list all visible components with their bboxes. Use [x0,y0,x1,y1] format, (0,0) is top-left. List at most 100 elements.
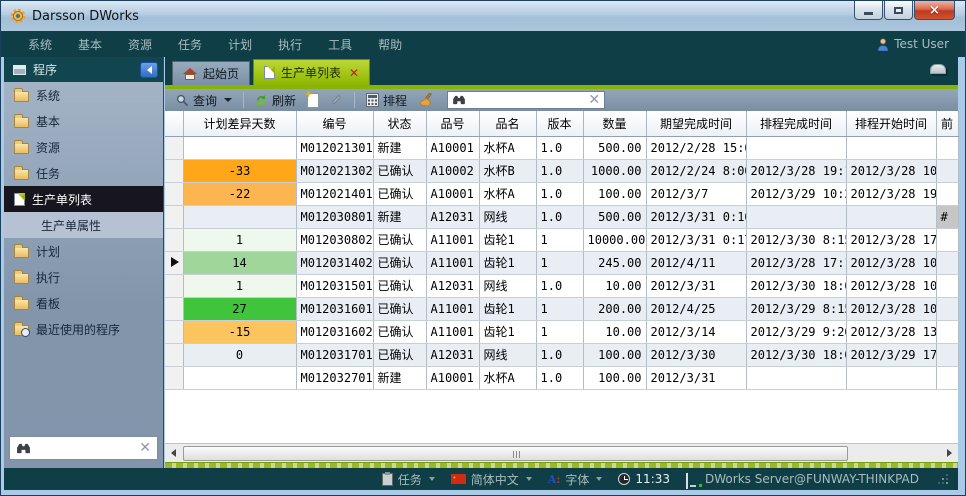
sidebar-search-input[interactable] [37,441,133,455]
toolbar-search-input[interactable] [471,94,583,106]
table-row[interactable]: M012021301新建A10001水杯A1.0500.002012/2/28 … [165,136,958,159]
table-row[interactable]: -33M012021302已确认A10002水杯B1.01000.002012/… [165,159,958,182]
cell-id[interactable]: M012031602 [296,320,373,343]
cell-item_no[interactable]: A11001 [426,320,479,343]
cell-due[interactable]: 2012/4/25 [646,297,746,320]
sidebar-item[interactable]: 基本 [4,108,163,134]
menu-item[interactable]: 资源 [115,32,165,57]
menu-item[interactable]: 工具 [315,32,365,57]
cell-item_no[interactable]: A10001 [426,136,479,159]
cell-extra[interactable] [936,159,958,182]
tab-close-icon[interactable]: ✕ [349,66,359,80]
cell-sched_end[interactable]: 2012/3/28 17:13 [746,251,846,274]
cell-qty[interactable]: 200.00 [583,297,646,320]
cell-qty[interactable]: 100.00 [583,343,646,366]
cell-due[interactable]: 2012/4/11 [646,251,746,274]
cell-sched_end[interactable]: 2012/3/30 8:15 [746,228,846,251]
row-selector-cell[interactable] [165,343,183,366]
cell-extra[interactable] [936,366,958,389]
row-selector-cell[interactable] [165,159,183,182]
cell-extra[interactable] [936,297,958,320]
cell-sched_start[interactable]: 2012/3/28 13:40 [846,320,936,343]
row-selector-cell[interactable] [165,205,183,228]
menu-item[interactable]: 执行 [265,32,315,57]
cell-version[interactable]: 1 [536,320,583,343]
close-button[interactable]: × [914,1,955,20]
cell-diff[interactable] [183,366,296,389]
cell-version[interactable]: 1.0 [536,159,583,182]
cell-id[interactable]: M012030802 [296,228,373,251]
cell-status[interactable]: 新建 [373,205,426,228]
cell-sched_start[interactable]: 2012/3/28 10:52 [846,251,936,274]
cell-sched_start[interactable] [846,136,936,159]
cell-diff[interactable]: 0 [183,343,296,366]
cell-extra[interactable] [936,228,958,251]
cell-item_name[interactable]: 水杯A [479,366,536,389]
cell-qty[interactable]: 500.00 [583,205,646,228]
sidebar-item[interactable]: 生产单列表 [4,186,163,212]
cell-sched_end[interactable]: 2012/3/28 19:10 [746,159,846,182]
cell-id[interactable]: M012030801 [296,205,373,228]
cell-qty[interactable]: 10.00 [583,274,646,297]
cell-diff[interactable]: 14 [183,251,296,274]
row-selector-cell[interactable] [165,182,183,205]
cell-due[interactable]: 2012/3/30 [646,343,746,366]
clear-button[interactable] [415,92,436,108]
cell-status[interactable]: 已确认 [373,320,426,343]
column-header[interactable]: 编号 [296,111,373,136]
table-row[interactable]: 14M012031402已确认A11001齿轮11245.002012/4/11… [165,251,958,274]
sidebar-item[interactable]: 生产单属性 [4,212,163,238]
cell-sched_end[interactable]: 2012/3/29 10:20 [746,182,846,205]
table-row[interactable]: 27M012031601已确认A11001齿轮11200.002012/4/25… [165,297,958,320]
language-dropdown[interactable]: 简体中文 [451,471,532,488]
cell-status[interactable]: 已确认 [373,251,426,274]
cell-item_name[interactable]: 齿轮1 [479,228,536,251]
tasks-dropdown[interactable]: 任务 [382,471,435,488]
horizontal-scrollbar[interactable] [165,443,958,462]
cell-diff[interactable] [183,136,296,159]
cell-item_name[interactable]: 网线 [479,274,536,297]
cell-sched_start[interactable]: 2012/3/29 17:46 [846,343,936,366]
cell-sched_end[interactable] [746,205,846,228]
cell-extra[interactable] [936,274,958,297]
cell-sched_start[interactable]: 2012/3/28 19:10 [846,182,936,205]
cell-item_name[interactable]: 水杯B [479,159,536,182]
cell-item_name[interactable]: 水杯A [479,136,536,159]
cell-sched_end[interactable] [746,136,846,159]
table-row[interactable]: 1M012030802已确认A11001齿轮1110000.002012/3/3… [165,228,958,251]
cell-item_no[interactable]: A11001 [426,228,479,251]
column-header[interactable]: 排程开始时间 [846,111,936,136]
cell-sched_start[interactable]: 2012/3/28 10:52 [846,297,936,320]
column-header[interactable]: 期望完成时间 [646,111,746,136]
cell-extra[interactable] [936,343,958,366]
cell-due[interactable]: 2012/2/24 8:00 [646,159,746,182]
sidebar-search-clear-icon[interactable]: ✕ [139,441,151,455]
cell-id[interactable]: M012031701 [296,343,373,366]
menu-item[interactable]: 任务 [165,32,215,57]
cell-item_no[interactable]: A10001 [426,182,479,205]
cell-diff[interactable]: -15 [183,320,296,343]
cell-extra[interactable] [936,251,958,274]
row-selector-cell[interactable] [165,228,183,251]
current-user[interactable]: Test User [877,31,949,57]
cell-sched_start[interactable]: 2012/3/28 10:52 [846,159,936,182]
cell-id[interactable]: M012032701 [296,366,373,389]
schedule-button[interactable]: 排程 [363,91,410,110]
cell-due[interactable]: 2012/2/28 15:00 [646,136,746,159]
cell-diff[interactable]: 1 [183,274,296,297]
table-row[interactable]: -15M012031602已确认A11001齿轮1110.002012/3/14… [165,320,958,343]
cell-id[interactable]: M012021401 [296,182,373,205]
cell-version[interactable]: 1.0 [536,136,583,159]
cell-item_name[interactable]: 齿轮1 [479,251,536,274]
sidebar-item[interactable]: 执行 [4,264,163,290]
column-header[interactable]: 计划差异天数 [183,111,296,136]
cell-item_no[interactable]: A12031 [426,274,479,297]
sidebar-item[interactable]: 看板 [4,290,163,316]
row-selector-cell[interactable] [165,297,183,320]
table-row[interactable]: 1M012031501已确认A12031网线1.010.002012/3/312… [165,274,958,297]
cell-extra[interactable] [936,320,958,343]
cell-version[interactable]: 1.0 [536,274,583,297]
tab[interactable]: 起始页 [172,61,250,85]
restore-button[interactable] [884,1,913,20]
tab[interactable]: 生产单列表✕ [253,59,370,85]
